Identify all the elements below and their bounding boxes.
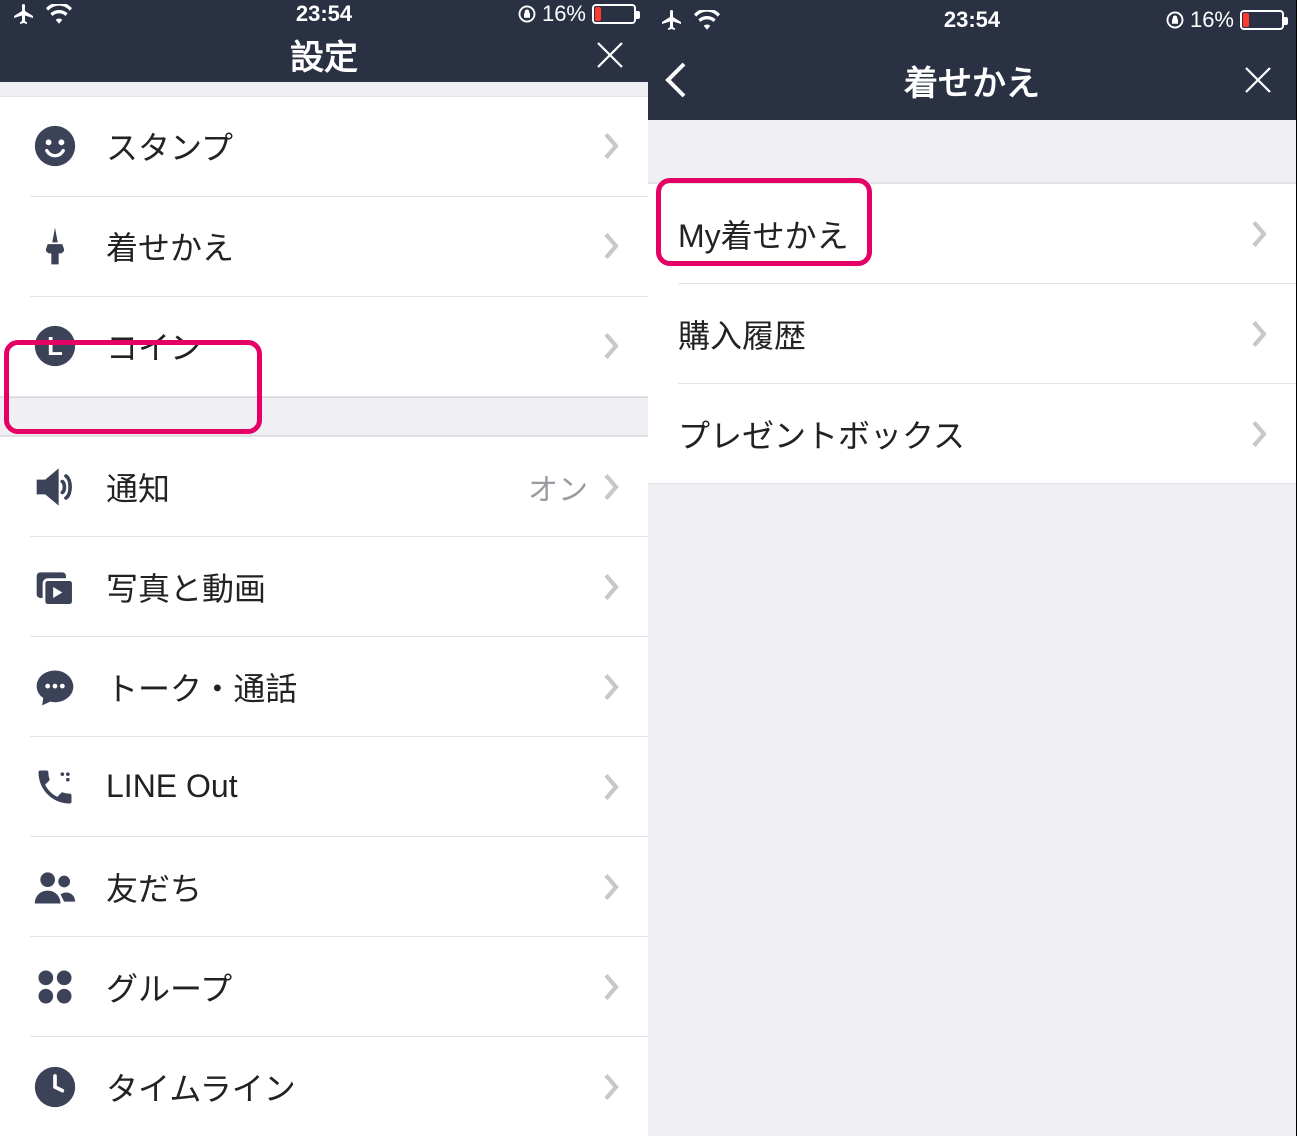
row-label: トーク・通話	[106, 664, 602, 710]
settings-screen: 23:54 16% 設定 スタンプ 着せかえ	[0, 0, 648, 1136]
close-button[interactable]	[1236, 58, 1280, 102]
chevron-left-icon	[664, 60, 688, 100]
row-label: 写真と動画	[106, 564, 602, 610]
row-label: My着せかえ	[678, 211, 1250, 257]
chevron-right-icon	[602, 572, 620, 602]
battery-percentage: 16%	[542, 1, 586, 27]
page-title: 設定	[0, 30, 648, 79]
close-button[interactable]	[588, 33, 632, 77]
grid-icon	[30, 962, 80, 1012]
row-label: 通知	[106, 464, 528, 510]
chevron-right-icon	[1250, 219, 1268, 249]
status-bar: 23:54 16%	[648, 0, 1296, 40]
row-label: 購入履歴	[678, 311, 1250, 357]
paintbrush-icon	[30, 221, 80, 271]
row-label: LINE Out	[106, 768, 602, 805]
chevron-right-icon	[602, 131, 620, 161]
speaker-icon	[30, 462, 80, 512]
status-time: 23:54	[220, 1, 428, 27]
row-purchase-history[interactable]: 購入履歴	[678, 283, 1296, 383]
coin-l-icon: L	[30, 321, 80, 371]
settings-group-shop: スタンプ 着せかえ L コイン	[0, 96, 648, 397]
row-label: タイムライン	[106, 1064, 602, 1110]
themes-list: My着せかえ 購入履歴 プレゼントボックス	[648, 182, 1296, 484]
chevron-right-icon	[602, 1072, 620, 1102]
battery-icon	[1240, 10, 1284, 30]
nav-bar: 設定	[0, 27, 648, 82]
lock-icon	[518, 5, 536, 23]
row-value: オン	[528, 465, 588, 509]
battery-percentage: 16%	[1190, 7, 1234, 33]
chevron-right-icon	[602, 231, 620, 261]
row-gift-box[interactable]: プレゼントボックス	[678, 383, 1296, 483]
row-friends[interactable]: 友だち	[30, 836, 648, 936]
chevron-right-icon	[1250, 319, 1268, 349]
row-photos-video[interactable]: 写真と動画	[30, 536, 648, 636]
row-label: 着せかえ	[106, 223, 602, 269]
wifi-icon	[694, 10, 720, 30]
clock-icon	[30, 1062, 80, 1112]
wifi-icon	[46, 4, 72, 24]
page-title: 着せかえ	[648, 56, 1296, 105]
chevron-right-icon	[602, 772, 620, 802]
row-groups[interactable]: グループ	[30, 936, 648, 1036]
chevron-right-icon	[602, 472, 620, 502]
close-icon	[1240, 62, 1276, 98]
row-coins[interactable]: L コイン	[30, 296, 648, 396]
friends-icon	[30, 862, 80, 912]
battery-icon	[592, 4, 636, 24]
close-icon	[592, 37, 628, 73]
chevron-right-icon	[602, 972, 620, 1002]
row-label: 友だち	[106, 864, 602, 910]
row-notifications[interactable]: 通知 オン	[0, 436, 648, 536]
row-my-themes[interactable]: My着せかえ	[648, 183, 1296, 283]
row-label: グループ	[106, 964, 602, 1010]
row-themes[interactable]: 着せかえ	[30, 196, 648, 296]
row-timeline[interactable]: タイムライン	[30, 1036, 648, 1136]
back-button[interactable]	[664, 58, 708, 102]
svg-text:L: L	[47, 334, 63, 362]
phone-icon	[30, 762, 80, 812]
row-label: プレゼントボックス	[678, 411, 1250, 457]
chevron-right-icon	[602, 672, 620, 702]
airplane-mode-icon	[12, 2, 36, 26]
status-time: 23:54	[868, 7, 1076, 33]
chat-icon	[30, 662, 80, 712]
chevron-right-icon	[602, 872, 620, 902]
chevron-right-icon	[1250, 419, 1268, 449]
smile-icon	[30, 121, 80, 171]
settings-group-general: 通知 オン 写真と動画 トーク・通話 LINE Out	[0, 436, 648, 1136]
airplane-mode-icon	[660, 8, 684, 32]
themes-screen: 23:54 16% 着せかえ My着せかえ 購入履歴 プレゼントボックス	[648, 0, 1296, 1136]
row-stamps[interactable]: スタンプ	[0, 96, 648, 196]
row-label: スタンプ	[106, 123, 602, 169]
lock-icon	[1166, 11, 1184, 29]
nav-bar: 着せかえ	[648, 40, 1296, 120]
row-line-out[interactable]: LINE Out	[30, 736, 648, 836]
row-talk-call[interactable]: トーク・通話	[30, 636, 648, 736]
media-icon	[30, 562, 80, 612]
row-label: コイン	[106, 323, 602, 369]
status-bar: 23:54 16%	[0, 0, 648, 27]
chevron-right-icon	[602, 331, 620, 361]
